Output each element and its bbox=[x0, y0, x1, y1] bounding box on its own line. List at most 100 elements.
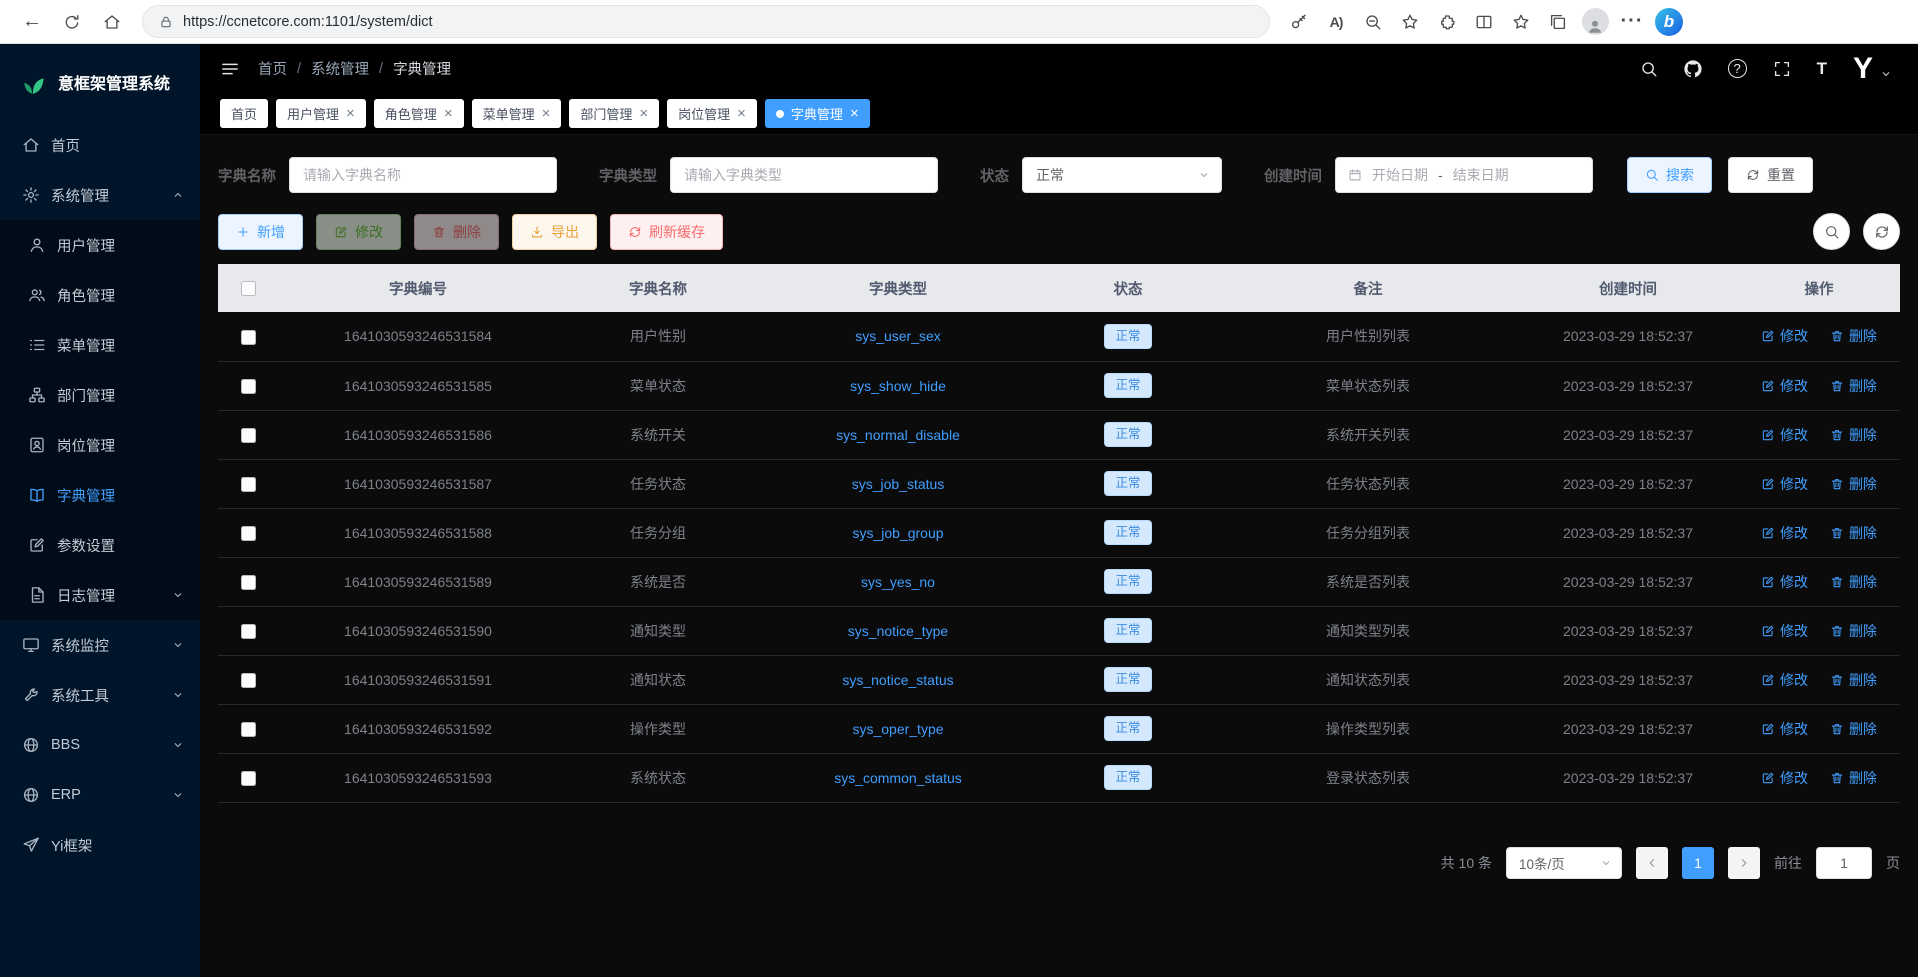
dict-name-input[interactable] bbox=[289, 157, 557, 193]
page-button-1[interactable]: 1 bbox=[1682, 847, 1714, 879]
favorites-icon[interactable] bbox=[1504, 4, 1538, 40]
goto-page-input[interactable] bbox=[1816, 847, 1872, 879]
row-checkbox[interactable] bbox=[241, 673, 256, 688]
dict-type-link[interactable]: sys_oper_type bbox=[852, 721, 943, 737]
password-key-icon[interactable] bbox=[1282, 4, 1316, 40]
tab-user-management[interactable]: 用户管理 × bbox=[276, 99, 366, 128]
tab-department-management[interactable]: 部门管理 × bbox=[569, 99, 659, 128]
github-icon[interactable] bbox=[1684, 60, 1702, 78]
sidebar-item-parameter-settings[interactable]: 参数设置 bbox=[0, 520, 200, 570]
header-search-icon[interactable] bbox=[1640, 60, 1658, 78]
row-checkbox[interactable] bbox=[241, 722, 256, 737]
sidebar-item-dict-management[interactable]: 字典管理 bbox=[0, 470, 200, 520]
row-edit-button[interactable]: 修改 bbox=[1761, 425, 1808, 445]
row-checkbox[interactable] bbox=[241, 330, 256, 345]
row-edit-button[interactable]: 修改 bbox=[1761, 768, 1808, 788]
delete-button[interactable]: 删除 bbox=[414, 214, 499, 250]
row-edit-button[interactable]: 修改 bbox=[1761, 474, 1808, 494]
tab-home[interactable]: 首页 bbox=[220, 99, 268, 128]
tab-post-management[interactable]: 岗位管理 × bbox=[667, 99, 757, 128]
tab-menu-management[interactable]: 菜单管理 × bbox=[472, 99, 562, 128]
dict-type-link[interactable]: sys_user_sex bbox=[855, 328, 941, 344]
select-all-checkbox[interactable] bbox=[241, 281, 256, 296]
refresh-table-button[interactable] bbox=[1863, 213, 1900, 250]
row-edit-button[interactable]: 修改 bbox=[1761, 523, 1808, 543]
fullscreen-icon[interactable] bbox=[1773, 60, 1791, 78]
back-icon[interactable]: ← bbox=[14, 4, 50, 40]
toggle-search-button[interactable] bbox=[1813, 213, 1850, 250]
row-checkbox[interactable] bbox=[241, 477, 256, 492]
row-edit-button[interactable]: 修改 bbox=[1761, 621, 1808, 641]
dict-type-link[interactable]: sys_job_status bbox=[852, 476, 945, 492]
tab-close-icon[interactable]: × bbox=[346, 106, 355, 121]
collections-icon[interactable] bbox=[1541, 4, 1575, 40]
row-checkbox[interactable] bbox=[241, 624, 256, 639]
dict-type-link[interactable]: sys_common_status bbox=[834, 770, 962, 786]
font-size-icon[interactable]: T bbox=[1817, 59, 1827, 79]
dict-type-link[interactable]: sys_show_hide bbox=[850, 378, 946, 394]
row-checkbox[interactable] bbox=[241, 526, 256, 541]
tab-close-icon[interactable]: × bbox=[737, 106, 746, 121]
row-delete-button[interactable]: 删除 bbox=[1830, 572, 1877, 592]
row-delete-button[interactable]: 删除 bbox=[1830, 376, 1877, 396]
sidebar-item-system-tools[interactable]: 系统工具 bbox=[0, 670, 200, 720]
bing-icon[interactable]: b bbox=[1652, 4, 1686, 40]
profile-icon[interactable] bbox=[1578, 4, 1612, 40]
add-button[interactable]: 新增 bbox=[218, 214, 303, 250]
sidebar-item-log-management[interactable]: 日志管理 bbox=[0, 570, 200, 620]
row-checkbox[interactable] bbox=[241, 428, 256, 443]
row-checkbox[interactable] bbox=[241, 575, 256, 590]
tab-close-icon[interactable]: × bbox=[444, 106, 453, 121]
sidebar-item-bbs[interactable]: BBS bbox=[0, 720, 200, 770]
row-delete-button[interactable]: 删除 bbox=[1830, 474, 1877, 494]
row-delete-button[interactable]: 删除 bbox=[1830, 621, 1877, 641]
reload-icon[interactable] bbox=[54, 4, 90, 40]
read-aloud-icon[interactable]: A) bbox=[1319, 4, 1353, 40]
dict-type-input[interactable] bbox=[670, 157, 938, 193]
address-bar[interactable]: https://ccnetcore.com:1101/system/dict bbox=[142, 5, 1270, 38]
row-delete-button[interactable]: 删除 bbox=[1830, 768, 1877, 788]
row-delete-button[interactable]: 删除 bbox=[1830, 326, 1877, 346]
export-button[interactable]: 导出 bbox=[512, 214, 597, 250]
zoom-icon[interactable] bbox=[1356, 4, 1390, 40]
row-delete-button[interactable]: 删除 bbox=[1830, 670, 1877, 690]
sidebar-item-post-management[interactable]: 岗位管理 bbox=[0, 420, 200, 470]
tab-dict-management[interactable]: 字典管理 × bbox=[765, 99, 870, 128]
date-range-picker[interactable]: 开始日期 - 结束日期 bbox=[1335, 157, 1593, 193]
row-edit-button[interactable]: 修改 bbox=[1761, 572, 1808, 592]
page-size-select[interactable]: 10条/页 bbox=[1506, 847, 1622, 879]
hamburger-icon[interactable] bbox=[220, 59, 240, 79]
favorites-add-icon[interactable] bbox=[1393, 4, 1427, 40]
dict-type-link[interactable]: sys_job_group bbox=[852, 525, 943, 541]
row-edit-button[interactable]: 修改 bbox=[1761, 719, 1808, 739]
edit-button[interactable]: 修改 bbox=[316, 214, 401, 250]
refresh-cache-button[interactable]: 刷新缓存 bbox=[610, 214, 723, 250]
row-checkbox[interactable] bbox=[241, 379, 256, 394]
dict-type-link[interactable]: sys_notice_status bbox=[842, 672, 953, 688]
sidebar-item-department-management[interactable]: 部门管理 bbox=[0, 370, 200, 420]
sidebar-item-role-management[interactable]: 角色管理 bbox=[0, 270, 200, 320]
row-checkbox[interactable] bbox=[241, 771, 256, 786]
sidebar-item-system-monitor[interactable]: 系统监控 bbox=[0, 620, 200, 670]
tab-role-management[interactable]: 角色管理 × bbox=[374, 99, 464, 128]
row-delete-button[interactable]: 删除 bbox=[1830, 425, 1877, 445]
sidebar-item-system-management[interactable]: 系统管理 bbox=[0, 170, 200, 220]
help-icon[interactable]: ? bbox=[1728, 59, 1747, 78]
tab-close-icon[interactable]: × bbox=[850, 106, 859, 121]
more-menu-icon[interactable]: ··· bbox=[1615, 4, 1649, 40]
row-edit-button[interactable]: 修改 bbox=[1761, 670, 1808, 690]
breadcrumb-home[interactable]: 首页 bbox=[258, 58, 287, 79]
split-screen-icon[interactable] bbox=[1467, 4, 1501, 40]
row-delete-button[interactable]: 删除 bbox=[1830, 523, 1877, 543]
breadcrumb-system[interactable]: 系统管理 bbox=[311, 58, 369, 79]
tab-close-icon[interactable]: × bbox=[542, 106, 551, 121]
row-edit-button[interactable]: 修改 bbox=[1761, 326, 1808, 346]
status-select[interactable]: 正常 bbox=[1022, 157, 1222, 193]
chevron-down-icon[interactable] bbox=[1880, 68, 1892, 80]
extensions-icon[interactable] bbox=[1430, 4, 1464, 40]
next-page-button[interactable] bbox=[1728, 847, 1760, 879]
user-logo[interactable]: Y bbox=[1853, 54, 1872, 84]
app-logo[interactable]: 意框架管理系统 bbox=[0, 44, 200, 120]
row-delete-button[interactable]: 删除 bbox=[1830, 719, 1877, 739]
sidebar-item-user-management[interactable]: 用户管理 bbox=[0, 220, 200, 270]
